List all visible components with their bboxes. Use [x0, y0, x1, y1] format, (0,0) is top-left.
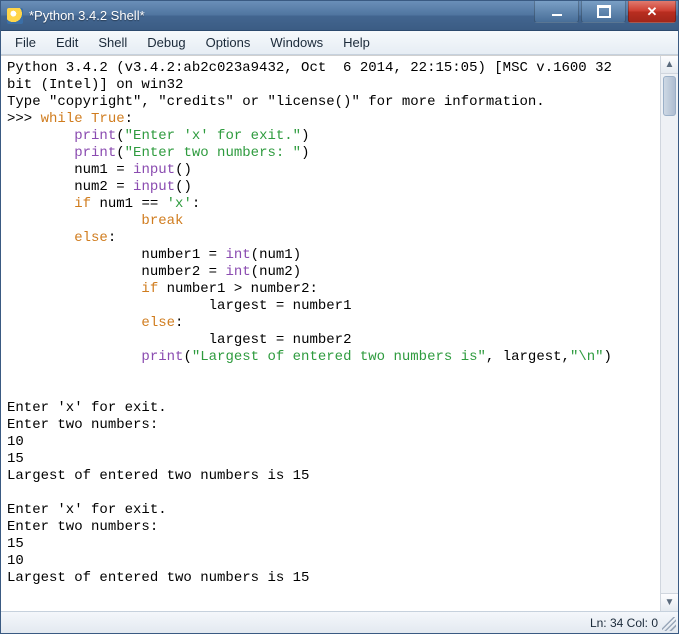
fn-print: print: [74, 145, 116, 161]
var-largest: largest: [209, 332, 268, 348]
menubar: File Edit Shell Debug Options Windows He…: [1, 31, 678, 55]
output-line: Enter two numbers:: [7, 519, 158, 535]
menu-debug[interactable]: Debug: [137, 33, 195, 52]
fn-int: int: [225, 264, 250, 280]
str-nl: "\n": [570, 349, 604, 365]
content-area: Python 3.4.2 (v3.4.2:ab2c023a9432, Oct 6…: [1, 55, 678, 611]
fn-input: input: [133, 179, 175, 195]
window-controls: [534, 1, 678, 30]
scroll-down-arrow-icon[interactable]: ▼: [661, 593, 678, 611]
resize-grip-icon[interactable]: [662, 617, 676, 631]
output-line: Enter 'x' for exit.: [7, 502, 167, 518]
cursor-position: Ln: 34 Col: 0: [590, 616, 658, 630]
scroll-up-arrow-icon[interactable]: ▲: [661, 56, 678, 74]
app-window: *Python 3.4.2 Shell* File Edit Shell Deb…: [0, 0, 679, 634]
banner-line: Type "copyright", "credits" or "license(…: [7, 94, 545, 110]
vertical-scrollbar[interactable]: ▲ ▼: [660, 56, 678, 611]
kw-while: while: [41, 111, 83, 127]
str-exit: "Enter 'x' for exit.": [125, 128, 301, 144]
output-line: Largest of entered two numbers is 15: [7, 468, 309, 484]
menu-help[interactable]: Help: [333, 33, 380, 52]
fn-int: int: [225, 247, 250, 263]
maximize-button[interactable]: [581, 1, 626, 23]
output-line: Largest of entered two numbers is 15: [7, 570, 309, 586]
kw-if: if: [74, 196, 91, 212]
menu-options[interactable]: Options: [196, 33, 261, 52]
output-line: 10: [7, 553, 24, 569]
var-number2: number2: [141, 264, 200, 280]
kw-else: else: [74, 230, 108, 246]
prompt: >>>: [7, 111, 41, 127]
var-num2: num2: [74, 179, 108, 195]
app-icon: [7, 8, 23, 24]
output-line: 15: [7, 451, 24, 467]
menu-shell[interactable]: Shell: [88, 33, 137, 52]
fn-print: print: [141, 349, 183, 365]
output-line: 10: [7, 434, 24, 450]
menu-windows[interactable]: Windows: [260, 33, 333, 52]
str-x: 'x': [167, 196, 192, 212]
var-number1: number1: [141, 247, 200, 263]
var-largest: largest: [209, 298, 268, 314]
minimize-button[interactable]: [534, 1, 579, 23]
fn-print: print: [74, 128, 116, 144]
output-line: 15: [7, 536, 24, 552]
kw-break: break: [141, 213, 183, 229]
shell-editor[interactable]: Python 3.4.2 (v3.4.2:ab2c023a9432, Oct 6…: [1, 56, 660, 611]
statusbar: Ln: 34 Col: 0: [1, 611, 678, 633]
output-line: Enter two numbers:: [7, 417, 158, 433]
str-two: "Enter two numbers: ": [125, 145, 301, 161]
close-button[interactable]: [628, 1, 676, 23]
kw-true: True: [91, 111, 125, 127]
scroll-thumb[interactable]: [663, 76, 676, 116]
menu-file[interactable]: File: [5, 33, 46, 52]
kw-else: else: [141, 315, 175, 331]
kw-if: if: [141, 281, 158, 297]
menu-edit[interactable]: Edit: [46, 33, 88, 52]
colon: :: [125, 111, 133, 127]
str-largest: "Largest of entered two numbers is": [192, 349, 486, 365]
output-line: Enter 'x' for exit.: [7, 400, 167, 416]
window-title: *Python 3.4.2 Shell*: [29, 8, 534, 23]
fn-input: input: [133, 162, 175, 178]
banner-line: Python 3.4.2 (v3.4.2:ab2c023a9432, Oct 6…: [7, 60, 612, 76]
titlebar[interactable]: *Python 3.4.2 Shell*: [1, 1, 678, 31]
banner-line: bit (Intel)] on win32: [7, 77, 183, 93]
var-num1: num1: [74, 162, 108, 178]
